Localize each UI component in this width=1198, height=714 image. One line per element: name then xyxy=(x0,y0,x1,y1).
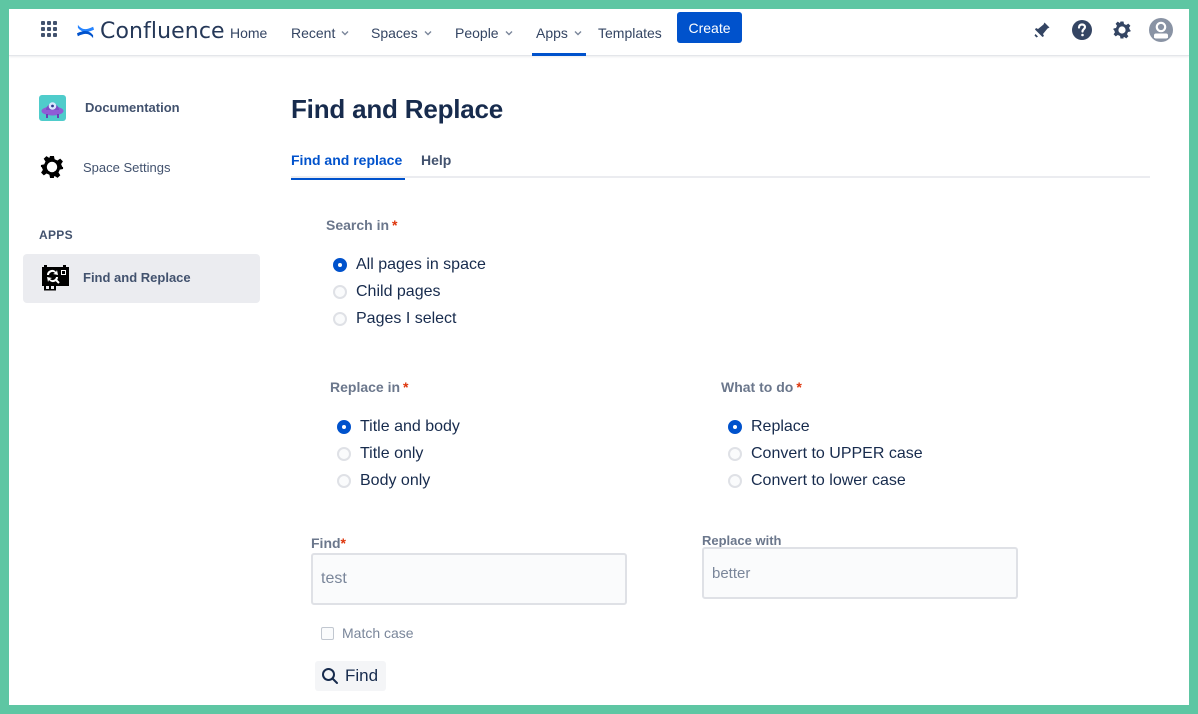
what-to-do-label: What to do * xyxy=(721,379,802,395)
replace-in-label-text: Replace in xyxy=(330,379,401,395)
chevron-down-icon xyxy=(424,30,432,35)
radio-button-checked[interactable] xyxy=(728,419,742,434)
create-button[interactable]: Create xyxy=(677,12,742,43)
replace-with-label: Replace with xyxy=(702,533,782,548)
find-button-label: Find xyxy=(345,666,379,685)
match-case-label: Match case xyxy=(342,625,414,641)
replace-with-input[interactable] xyxy=(702,547,1018,599)
radio-button-checked[interactable] xyxy=(333,257,347,272)
sidebar-item-find-and-replace[interactable]: Find and Replace xyxy=(23,254,260,303)
replace-in-label: Replace in * xyxy=(330,379,408,395)
chevron-down-icon xyxy=(341,30,349,35)
app-switcher-icon[interactable] xyxy=(41,21,59,39)
nav-recent[interactable]: Recent xyxy=(291,9,349,56)
sidebar-item-label: Find and Replace xyxy=(83,270,191,285)
space-name: Documentation xyxy=(85,100,180,115)
radio-label: Body only xyxy=(360,471,431,489)
what-to-do-radio-group: Replace Convert to UPPER case Convert to… xyxy=(727,413,923,494)
brand-name: Confluence xyxy=(100,18,225,44)
radio-label: Replace xyxy=(751,417,810,435)
radio-label: All pages in space xyxy=(356,255,486,273)
notifications-icon[interactable] xyxy=(1029,17,1055,43)
radio-convert-to-lower-case[interactable]: Convert to lower case xyxy=(727,467,923,494)
radio-label: Title only xyxy=(360,444,424,462)
radio-title-and-body[interactable]: Title and body xyxy=(336,413,460,440)
radio-label: Title and body xyxy=(360,417,460,435)
app-window: Confluence Home Recent Spaces People App… xyxy=(9,9,1189,705)
radio-button[interactable] xyxy=(333,311,347,326)
nav-templates-label: Templates xyxy=(598,24,662,41)
radio-title-only[interactable]: Title only xyxy=(336,440,460,467)
required-asterisk: * xyxy=(796,379,802,395)
space-link-documentation[interactable]: Documentation xyxy=(39,95,180,121)
top-navigation-bar: Confluence Home Recent Spaces People App… xyxy=(9,9,1189,56)
what-to-do-label-text: What to do xyxy=(721,379,794,395)
radio-child-pages[interactable]: Child pages xyxy=(332,278,486,305)
radio-button[interactable] xyxy=(728,446,742,461)
chevron-down-icon xyxy=(574,30,582,35)
nav-apps-label: Apps xyxy=(536,24,568,41)
nav-people-label: People xyxy=(455,24,499,41)
find-label: Find* xyxy=(311,535,346,551)
find-input[interactable] xyxy=(311,553,627,605)
tab-find-and-replace[interactable]: Find and replace xyxy=(291,152,405,180)
find-label-text: Find xyxy=(311,535,341,551)
radio-button[interactable] xyxy=(333,284,347,299)
radio-label: Convert to UPPER case xyxy=(751,444,923,462)
match-case-checkbox-row[interactable]: Match case xyxy=(321,625,414,641)
confluence-logo-icon xyxy=(76,24,95,38)
radio-label: Convert to lower case xyxy=(751,471,906,489)
radio-pages-i-select[interactable]: Pages I select xyxy=(332,305,486,332)
nav-apps[interactable]: Apps xyxy=(532,9,586,56)
radio-convert-to-upper-case[interactable]: Convert to UPPER case xyxy=(727,440,923,467)
help-icon[interactable] xyxy=(1069,17,1095,43)
gear-icon xyxy=(40,155,64,179)
nav-spaces-label: Spaces xyxy=(371,24,418,41)
radio-label: Child pages xyxy=(356,282,441,300)
radio-all-pages-in-space[interactable]: All pages in space xyxy=(332,251,486,278)
page-title: Find and Replace xyxy=(291,94,504,124)
space-avatar-icon xyxy=(39,95,66,121)
find-button[interactable]: Find xyxy=(315,661,387,691)
space-sidebar: Documentation Space Settings APPS Find a… xyxy=(9,57,269,705)
apps-section-heading: APPS xyxy=(39,228,73,242)
replace-in-radio-group: Title and body Title only Body only xyxy=(336,413,460,494)
nav-home-label: Home xyxy=(230,24,268,41)
nav-home[interactable]: Home xyxy=(230,9,267,56)
radio-replace[interactable]: Replace xyxy=(727,413,923,440)
sidebar-item-label: Space Settings xyxy=(83,159,171,175)
search-icon xyxy=(322,668,338,684)
radio-button[interactable] xyxy=(337,473,351,488)
main-content: Find and Replace Find and replace Help S… xyxy=(291,57,1151,705)
confluence-logo[interactable]: Confluence xyxy=(76,17,225,45)
required-asterisk: * xyxy=(392,217,398,233)
radio-body-only[interactable]: Body only xyxy=(336,467,460,494)
radio-button[interactable] xyxy=(728,473,742,488)
search-in-label: Search in * xyxy=(326,217,397,233)
match-case-checkbox[interactable] xyxy=(321,626,334,640)
search-in-label-text: Search in xyxy=(326,217,390,233)
sidebar-item-space-settings[interactable]: Space Settings xyxy=(39,154,170,180)
chevron-down-icon xyxy=(505,30,513,35)
required-asterisk: * xyxy=(340,535,346,551)
settings-icon[interactable] xyxy=(1109,17,1135,43)
required-asterisk: * xyxy=(403,379,409,395)
radio-button-checked[interactable] xyxy=(337,419,351,434)
profile-avatar-icon[interactable] xyxy=(1148,17,1174,43)
radio-label: Pages I select xyxy=(356,309,457,327)
nav-recent-label: Recent xyxy=(291,24,336,41)
tab-help[interactable]: Help xyxy=(421,152,451,178)
nav-people[interactable]: People xyxy=(455,9,513,56)
nav-spaces[interactable]: Spaces xyxy=(371,9,432,56)
nav-templates[interactable]: Templates xyxy=(598,9,662,56)
tab-bar: Find and replace Help xyxy=(291,152,1150,180)
find-replace-app-icon xyxy=(42,265,69,291)
search-in-radio-group: All pages in space Child pages Pages I s… xyxy=(332,251,486,332)
radio-button[interactable] xyxy=(337,446,351,461)
